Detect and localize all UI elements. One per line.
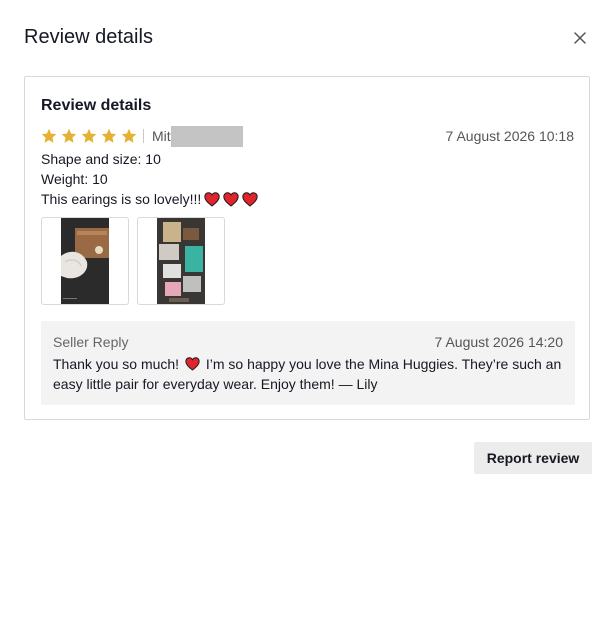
review-comment-text: This earings is so lovely!!! (41, 191, 202, 207)
heart-emoji (185, 357, 200, 371)
seller-reply-timestamp: 7 August 2026 14:20 (434, 334, 563, 350)
star-icon (61, 128, 77, 143)
review-card: Review details Mit 7 August 2026 10:18 S… (24, 76, 590, 420)
rating-row: Mit (41, 125, 243, 147)
reviewer-name: Mit (152, 128, 171, 144)
star-icon (41, 128, 57, 143)
review-timestamp: 7 August 2026 10:18 (445, 128, 574, 144)
review-photo-2[interactable] (137, 217, 225, 305)
card-title: Review details (41, 97, 152, 114)
modal-title: Review details (24, 26, 153, 48)
star-icon (81, 128, 97, 143)
divider (143, 129, 144, 143)
heart-emoji (242, 191, 258, 207)
seller-reply-text-start: Thank you so much! (53, 356, 180, 372)
username-redaction (170, 125, 243, 147)
seller-reply-text: Thank you so much! I’m so happy you love… (53, 354, 563, 394)
heart-emoji (223, 191, 239, 207)
attribute-shape-size: Shape and size: 10 (41, 151, 161, 167)
review-photo-1[interactable] (41, 217, 129, 305)
seller-reply-label: Seller Reply (53, 334, 129, 350)
star-icon (121, 128, 137, 143)
review-comment: This earings is so lovely!!! (41, 191, 258, 207)
photo-packaging-image (157, 218, 205, 304)
seller-reply: Seller Reply 7 August 2026 14:20 Thank y… (41, 321, 575, 405)
star-icon (101, 128, 117, 143)
close-icon[interactable] (570, 28, 590, 48)
photo-jewelry-box-image (61, 218, 109, 304)
star-rating (41, 128, 141, 144)
heart-emoji (204, 191, 220, 207)
report-review-button[interactable]: Report review (474, 442, 592, 474)
attribute-weight: Weight: 10 (41, 171, 108, 187)
